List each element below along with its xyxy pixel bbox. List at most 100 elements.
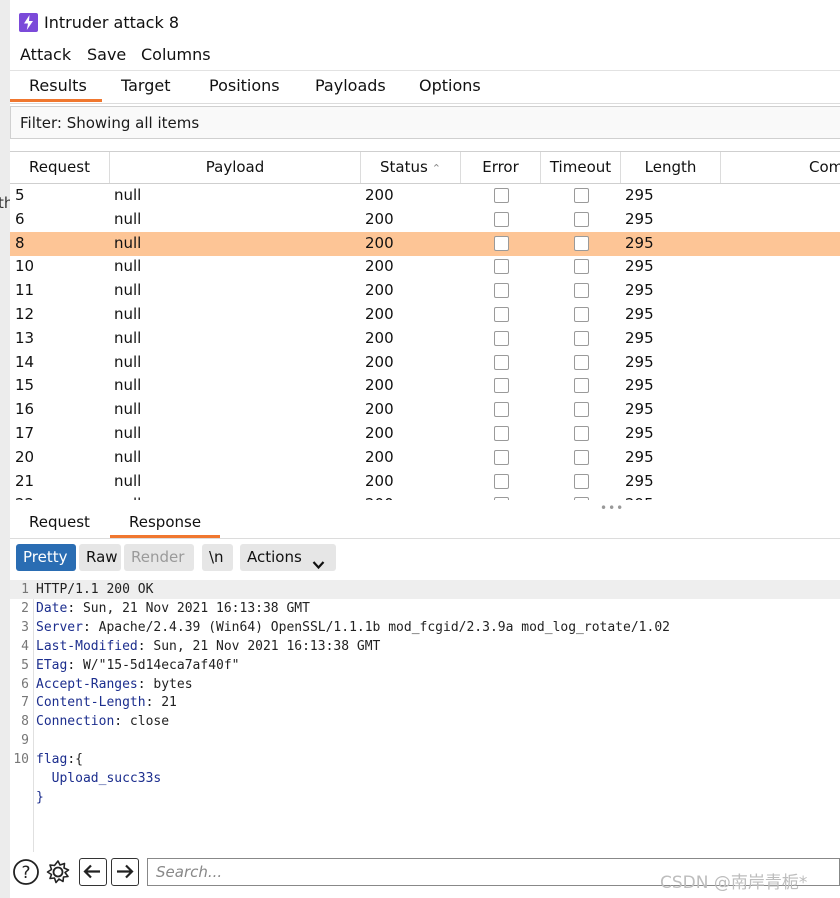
tab-response[interactable]: Response [129, 513, 201, 531]
length-cell: 295 [625, 400, 654, 419]
header-value: : W/"15-5d14eca7af40f" [67, 657, 240, 673]
request-number-cell: 17 [15, 424, 35, 442]
error-checkbox[interactable] [494, 402, 509, 418]
payload-cell: null [114, 233, 142, 252]
table-row[interactable]: 10 null 200 295 [10, 255, 840, 279]
request-number-cell: 13 [15, 328, 35, 347]
timeout-checkbox[interactable] [574, 188, 589, 203]
error-checkbox[interactable] [494, 354, 509, 370]
header-name: Last-Modified [36, 638, 138, 654]
error-checkbox[interactable] [494, 211, 509, 227]
timeout-checkbox[interactable] [574, 307, 589, 322]
payload-cell: null [114, 400, 142, 419]
payload-cell: null [114, 328, 142, 347]
table-row[interactable]: 15 null 200 295 [10, 374, 840, 398]
help-button[interactable]: ? [12, 858, 40, 886]
tab-options[interactable]: Options [419, 76, 481, 95]
error-checkbox[interactable] [494, 473, 509, 489]
error-checkbox[interactable] [494, 497, 509, 500]
timeout-checkbox[interactable] [574, 211, 589, 227]
tab-positions[interactable]: Positions [209, 76, 280, 95]
error-checkbox[interactable] [494, 426, 509, 441]
timeout-checkbox[interactable] [574, 235, 589, 251]
column-header-status[interactable]: Status ⌃ [361, 152, 461, 183]
timeout-checkbox[interactable] [574, 283, 589, 299]
table-row[interactable]: 13 null 200 295 [10, 327, 840, 351]
table-row[interactable]: 8 null 200 295 [10, 231, 840, 256]
tab-request[interactable]: Request [29, 513, 90, 531]
back-button[interactable] [79, 858, 107, 886]
timeout-checkbox[interactable] [574, 378, 589, 394]
results-table: Request Payload Status ⌃ Error Timeout Le… [10, 151, 840, 500]
table-row[interactable]: 17 null 200 295 [10, 422, 840, 446]
header-value: } [36, 789, 44, 805]
error-checkbox[interactable] [494, 259, 509, 275]
filter-bar[interactable]: Filter: Showing all items [10, 106, 840, 139]
column-header-timeout[interactable]: Timeout [541, 152, 621, 183]
response-line-text: Connection: close [36, 712, 169, 731]
header-value: Upload_succ33s [36, 771, 162, 786]
request-number-cell: 22 [15, 495, 34, 500]
pretty-button[interactable]: Pretty [16, 544, 76, 571]
menu-attack[interactable]: Attack [20, 45, 71, 64]
column-header-request[interactable]: Request [10, 152, 110, 183]
timeout-checkbox[interactable] [574, 259, 589, 275]
timeout-checkbox[interactable] [574, 402, 589, 418]
raw-button[interactable]: Raw [79, 544, 121, 571]
error-checkbox[interactable] [494, 235, 509, 251]
header-value: : 21 [145, 695, 177, 711]
forward-button[interactable] [111, 858, 139, 886]
payload-cell: null [114, 186, 142, 204]
error-checkbox[interactable] [494, 307, 509, 322]
response-line-text: Upload_succ33s [36, 769, 162, 788]
length-cell: 295 [625, 471, 654, 490]
timeout-checkbox[interactable] [574, 330, 589, 346]
error-checkbox[interactable] [494, 283, 509, 299]
line-number: 7 [21, 695, 29, 711]
tab-target[interactable]: Target [121, 76, 171, 95]
status-cell: 200 [365, 447, 394, 466]
error-checkbox[interactable] [494, 449, 509, 465]
timeout-checkbox[interactable] [574, 426, 589, 441]
render-button[interactable]: Render [124, 544, 194, 571]
response-line: 1 HTTP/1.1 200 OK [10, 580, 840, 599]
table-row[interactable]: 6 null 200 295 [10, 208, 840, 232]
tab-payloads[interactable]: Payloads [315, 76, 386, 95]
actions-dropdown[interactable]: Actions [240, 544, 336, 571]
timeout-checkbox[interactable] [574, 473, 589, 489]
status-cell: 200 [365, 495, 394, 500]
top-tab-bar: Results Target Positions Payloads Option… [10, 70, 840, 104]
column-header-length[interactable]: Length [621, 152, 721, 183]
menu-columns[interactable]: Columns [141, 45, 211, 64]
newline-toggle-button[interactable]: \n [202, 544, 233, 571]
table-row[interactable]: 11 null 200 295 [10, 279, 840, 303]
column-header-error[interactable]: Error [461, 152, 541, 183]
header-value: : Sun, 21 Nov 2021 16:13:38 GMT [137, 638, 381, 654]
table-row[interactable]: 12 null 200 295 [10, 303, 840, 327]
timeout-checkbox[interactable] [574, 354, 589, 370]
length-cell: 295 [625, 424, 654, 442]
error-checkbox[interactable] [494, 378, 509, 394]
menu-save[interactable]: Save [87, 45, 126, 64]
table-row[interactable]: 21 null 200 295 [10, 470, 840, 494]
length-cell: 295 [625, 352, 654, 371]
response-editor[interactable]: 1 HTTP/1.1 200 OK 2 Date: Sun, 21 Nov 2021 … [10, 580, 840, 852]
column-header-comment[interactable]: Com [721, 152, 840, 183]
table-row[interactable]: 20 null 200 295 [10, 446, 840, 470]
timeout-checkbox[interactable] [574, 449, 589, 465]
error-checkbox[interactable] [494, 188, 509, 203]
table-row[interactable]: 16 null 200 295 [10, 398, 840, 422]
error-checkbox[interactable] [494, 330, 509, 346]
timeout-checkbox[interactable] [574, 497, 589, 500]
settings-button[interactable] [44, 858, 72, 886]
table-row[interactable]: 22 null 200 295 [10, 493, 840, 500]
sort-ascending-icon: ⌃ [431, 162, 442, 175]
column-header-payload[interactable]: Payload [110, 152, 361, 183]
table-row[interactable]: 14 null 200 295 [10, 351, 840, 375]
payload-cell: null [114, 257, 142, 276]
table-row[interactable]: 5 null 200 295 [10, 184, 840, 208]
response-line: } [10, 788, 840, 807]
tab-results[interactable]: Results [29, 76, 87, 95]
length-cell: 295 [625, 447, 654, 466]
payload-cell: null [114, 471, 142, 490]
